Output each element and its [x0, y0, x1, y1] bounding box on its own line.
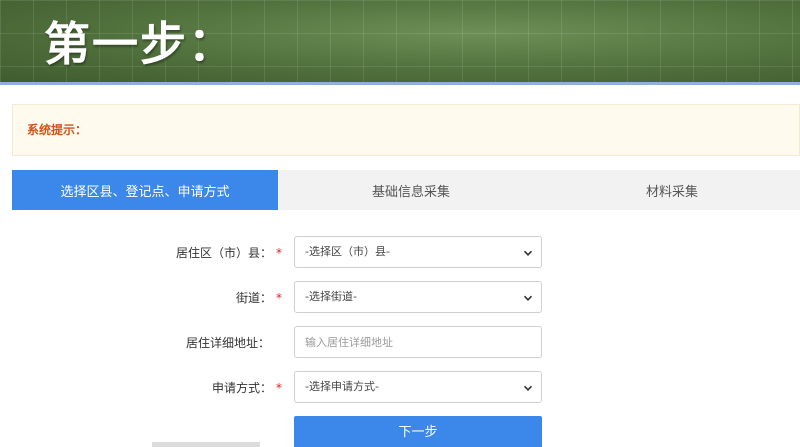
street-select-value: -选择街道- [305, 290, 357, 303]
district-label: 居住区（市）县： * [176, 236, 282, 270]
system-notice: 系统提示： [12, 104, 800, 156]
form-row-address: 居住详细地址： [0, 326, 800, 360]
method-label: 申请方式： * [212, 371, 282, 405]
district-select-value: -选择区（市）县- [305, 245, 390, 258]
tab-label: 材料采集 [645, 184, 698, 200]
banner-divider [0, 82, 800, 85]
banner: 第一步： [0, 0, 800, 82]
required-mark: * [276, 246, 282, 260]
form-row-district: 居住区（市）县： * -选择区（市）县- [0, 236, 800, 270]
chevron-down-icon [523, 250, 533, 256]
method-select[interactable]: -选择申请方式- [294, 371, 542, 403]
next-step-button[interactable]: 下一步 [294, 416, 542, 447]
bottom-element-partial [152, 442, 260, 447]
method-label-text: 申请方式： [211, 381, 272, 395]
street-select[interactable]: -选择街道- [294, 281, 542, 313]
tab-label: 基础信息采集 [371, 184, 450, 200]
tab-basic-info[interactable]: 基础信息采集 [278, 170, 544, 210]
banner-title: 第一步： [44, 17, 236, 71]
form-row-method: 申请方式： * -选择申请方式- [0, 371, 800, 405]
method-select-value: -选择申请方式- [305, 380, 379, 393]
tab-select-district[interactable]: 选择区县、登记点、申请方式 [12, 170, 278, 210]
district-select[interactable]: -选择区（市）县- [294, 236, 542, 268]
street-label: 街道： * [236, 281, 282, 315]
address-label: 居住详细地址： [186, 326, 282, 360]
district-label-text: 居住区（市）县： [175, 246, 272, 260]
form-row-street: 街道： * -选择街道- [0, 281, 800, 315]
address-input[interactable] [294, 326, 542, 358]
required-mark: * [276, 291, 282, 305]
tab-label: 选择区县、登记点、申请方式 [60, 184, 230, 200]
required-mark: * [276, 381, 282, 395]
chevron-down-icon [523, 385, 533, 391]
step-tabs: 选择区县、登记点、申请方式 基础信息采集 材料采集 [12, 170, 800, 210]
system-notice-label: 系统提示： [27, 123, 88, 137]
tab-materials[interactable]: 材料采集 [544, 170, 800, 210]
address-label-text: 居住详细地址： [185, 336, 270, 350]
chevron-down-icon [523, 295, 533, 301]
street-label-text: 街道： [235, 291, 272, 305]
